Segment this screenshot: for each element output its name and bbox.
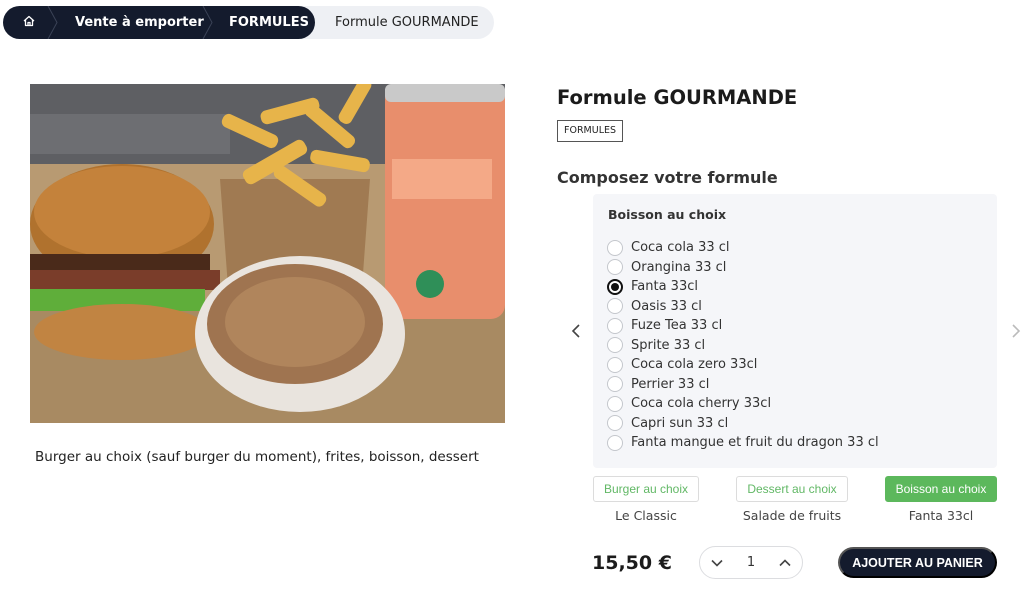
radio-button[interactable] <box>607 239 623 256</box>
option-label: Fuze Tea 33 cl <box>631 318 723 334</box>
drink-option[interactable]: Fanta mangue et fruit du dragon 33 cl <box>607 433 879 453</box>
quantity-input[interactable] <box>736 555 766 570</box>
drink-option[interactable]: Perrier 33 cl <box>607 375 879 395</box>
step-burger-value: Le Classic <box>615 508 677 523</box>
breadcrumb-separator <box>202 6 213 39</box>
breadcrumb-item-current: Formule GOURMANDE <box>335 15 479 30</box>
previous-step-arrow[interactable] <box>568 320 584 342</box>
step-drink-button[interactable]: Boisson au choix <box>884 476 998 502</box>
decrease-quantity-button[interactable] <box>709 555 725 571</box>
breadcrumb-separator <box>47 6 58 39</box>
option-label: Perrier 33 cl <box>631 376 710 392</box>
drink-option[interactable]: Coca cola cherry 33cl <box>607 394 879 414</box>
radio-button[interactable] <box>607 415 623 432</box>
panel-title: Boisson au choix <box>608 207 727 222</box>
drink-option[interactable]: Capri sun 33 cl <box>607 414 879 434</box>
drink-option[interactable]: Orangina 33 cl <box>607 258 879 278</box>
drink-option[interactable]: Coca cola 33 cl <box>607 238 879 258</box>
option-label: Fanta 33cl <box>631 279 698 295</box>
option-label: Coca cola 33 cl <box>631 240 730 256</box>
price: 15,50 € <box>592 552 672 574</box>
home-icon <box>22 14 36 32</box>
radio-button[interactable] <box>607 259 623 276</box>
drink-option[interactable]: Sprite 33 cl <box>607 336 879 356</box>
breadcrumb-item-formules[interactable]: FORMULES <box>229 6 309 39</box>
option-label: Oasis 33 cl <box>631 298 702 314</box>
product-image <box>30 84 505 423</box>
breadcrumb-home[interactable] <box>13 6 45 39</box>
step-dessert: Dessert au choix Salade de fruits <box>734 476 850 523</box>
option-label: Fanta mangue et fruit du dragon 33 cl <box>631 435 879 451</box>
add-to-cart-button[interactable]: AJOUTER AU PANIER <box>838 547 997 578</box>
drink-option[interactable]: Oasis 33 cl <box>607 297 879 317</box>
step-drink: Boisson au choix Fanta 33cl <box>883 476 999 523</box>
radio-button[interactable] <box>607 395 623 412</box>
option-label: Coca cola cherry 33cl <box>631 396 772 412</box>
increase-quantity-button[interactable] <box>777 555 793 571</box>
product-description: Burger au choix (sauf burger du moment),… <box>35 449 479 465</box>
chevron-left-icon <box>571 324 580 338</box>
step-drink-value: Fanta 33cl <box>908 508 974 523</box>
option-label: Sprite 33 cl <box>631 337 706 353</box>
option-label: Capri sun 33 cl <box>631 415 729 431</box>
step-burger: Burger au choix Le Classic <box>591 476 701 523</box>
radio-button-selected[interactable] <box>607 278 623 295</box>
option-label: Orangina 33 cl <box>631 259 727 275</box>
radio-button[interactable] <box>607 317 623 334</box>
radio-button[interactable] <box>607 434 623 451</box>
radio-button[interactable] <box>607 298 623 315</box>
chevron-up-icon <box>779 558 791 566</box>
radio-button[interactable] <box>607 376 623 393</box>
drink-option[interactable]: Fuze Tea 33 cl <box>607 316 879 336</box>
drink-choice-panel: Boisson au choix Coca cola 33 cl Orangin… <box>593 194 997 468</box>
compose-title: Composez votre formule <box>557 168 778 187</box>
chevron-down-icon <box>711 559 723 567</box>
drink-options: Coca cola 33 cl Orangina 33 cl Fanta 33c… <box>607 238 879 453</box>
step-dessert-button[interactable]: Dessert au choix <box>736 476 848 502</box>
next-step-arrow[interactable] <box>1008 320 1024 342</box>
drink-option[interactable]: Fanta 33cl <box>607 277 879 297</box>
drink-option[interactable]: Coca cola zero 33cl <box>607 355 879 375</box>
breadcrumb-item-vente[interactable]: Vente à emporter <box>75 6 204 39</box>
category-badge: FORMULES <box>557 120 624 142</box>
option-label: Coca cola zero 33cl <box>631 357 758 373</box>
step-dessert-value: Salade de fruits <box>742 508 842 523</box>
product-title: Formule GOURMANDE <box>557 86 798 109</box>
quantity-stepper <box>699 546 803 579</box>
radio-button[interactable] <box>607 356 623 373</box>
step-burger-button[interactable]: Burger au choix <box>592 476 700 502</box>
radio-button[interactable] <box>607 337 623 354</box>
chevron-right-icon <box>1012 324 1021 338</box>
